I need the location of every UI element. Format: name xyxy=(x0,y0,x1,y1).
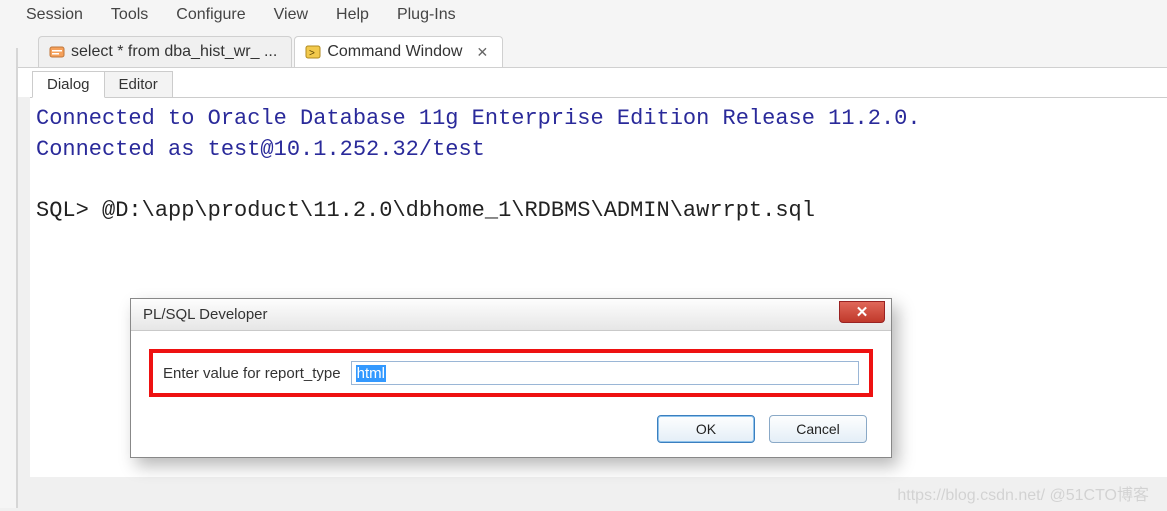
close-icon: ✕ xyxy=(856,303,869,321)
console-line: Connected as test@10.1.252.32/test xyxy=(36,137,485,162)
subtab-bar: Dialog Editor xyxy=(0,68,1167,97)
tab-sql-query[interactable]: select * from dba_hist_wr_ ... xyxy=(38,36,292,67)
tab-command-window[interactable]: > Command Window ✕ xyxy=(294,36,503,67)
cmd-icon: > xyxy=(305,44,321,60)
menu-tools[interactable]: Tools xyxy=(111,6,148,24)
subtab-editor[interactable]: Editor xyxy=(105,71,173,98)
close-icon[interactable]: ✕ xyxy=(476,45,488,59)
menu-configure[interactable]: Configure xyxy=(176,6,245,24)
svg-text:>: > xyxy=(309,48,315,59)
dialog-body: Enter value for report_type html OK Canc… xyxy=(131,331,891,457)
ok-button[interactable]: OK xyxy=(657,415,755,443)
dialog-titlebar[interactable]: PL/SQL Developer ✕ xyxy=(131,299,891,331)
input-dialog: PL/SQL Developer ✕ Enter value for repor… xyxy=(130,298,892,458)
sql-command: @D:\app\product\11.2.0\dbhome_1\RDBMS\AD… xyxy=(102,198,815,223)
dialog-title: PL/SQL Developer xyxy=(143,306,268,323)
tab-label: select * from dba_hist_wr_ ... xyxy=(71,43,277,61)
menu-help[interactable]: Help xyxy=(336,6,369,24)
menu-plugins[interactable]: Plug-Ins xyxy=(397,6,456,24)
report-type-input[interactable]: html xyxy=(351,361,859,385)
prompt-label: Enter value for report_type xyxy=(163,365,341,382)
document-tabbar: select * from dba_hist_wr_ ... > Command… xyxy=(0,30,1167,68)
left-gutter xyxy=(0,48,18,508)
console-line: Connected to Oracle Database 11g Enterpr… xyxy=(36,106,921,131)
sql-icon xyxy=(49,44,65,60)
dialog-button-row: OK Cancel xyxy=(149,415,873,443)
input-selected-text: html xyxy=(356,365,386,382)
menu-session[interactable]: Session xyxy=(26,6,83,24)
watermark-text: https://blog.csdn.net/ @51CTO博客 xyxy=(897,481,1149,505)
tab-label: Command Window xyxy=(327,43,462,61)
highlighted-input-row: Enter value for report_type html xyxy=(149,349,873,397)
sql-prompt: SQL> xyxy=(36,198,102,223)
menubar: Session Tools Configure View Help Plug-I… xyxy=(0,0,1167,30)
menu-view[interactable]: View xyxy=(274,6,308,24)
cancel-button[interactable]: Cancel xyxy=(769,415,867,443)
dialog-close-button[interactable]: ✕ xyxy=(839,301,885,323)
subtab-dialog[interactable]: Dialog xyxy=(32,71,105,98)
